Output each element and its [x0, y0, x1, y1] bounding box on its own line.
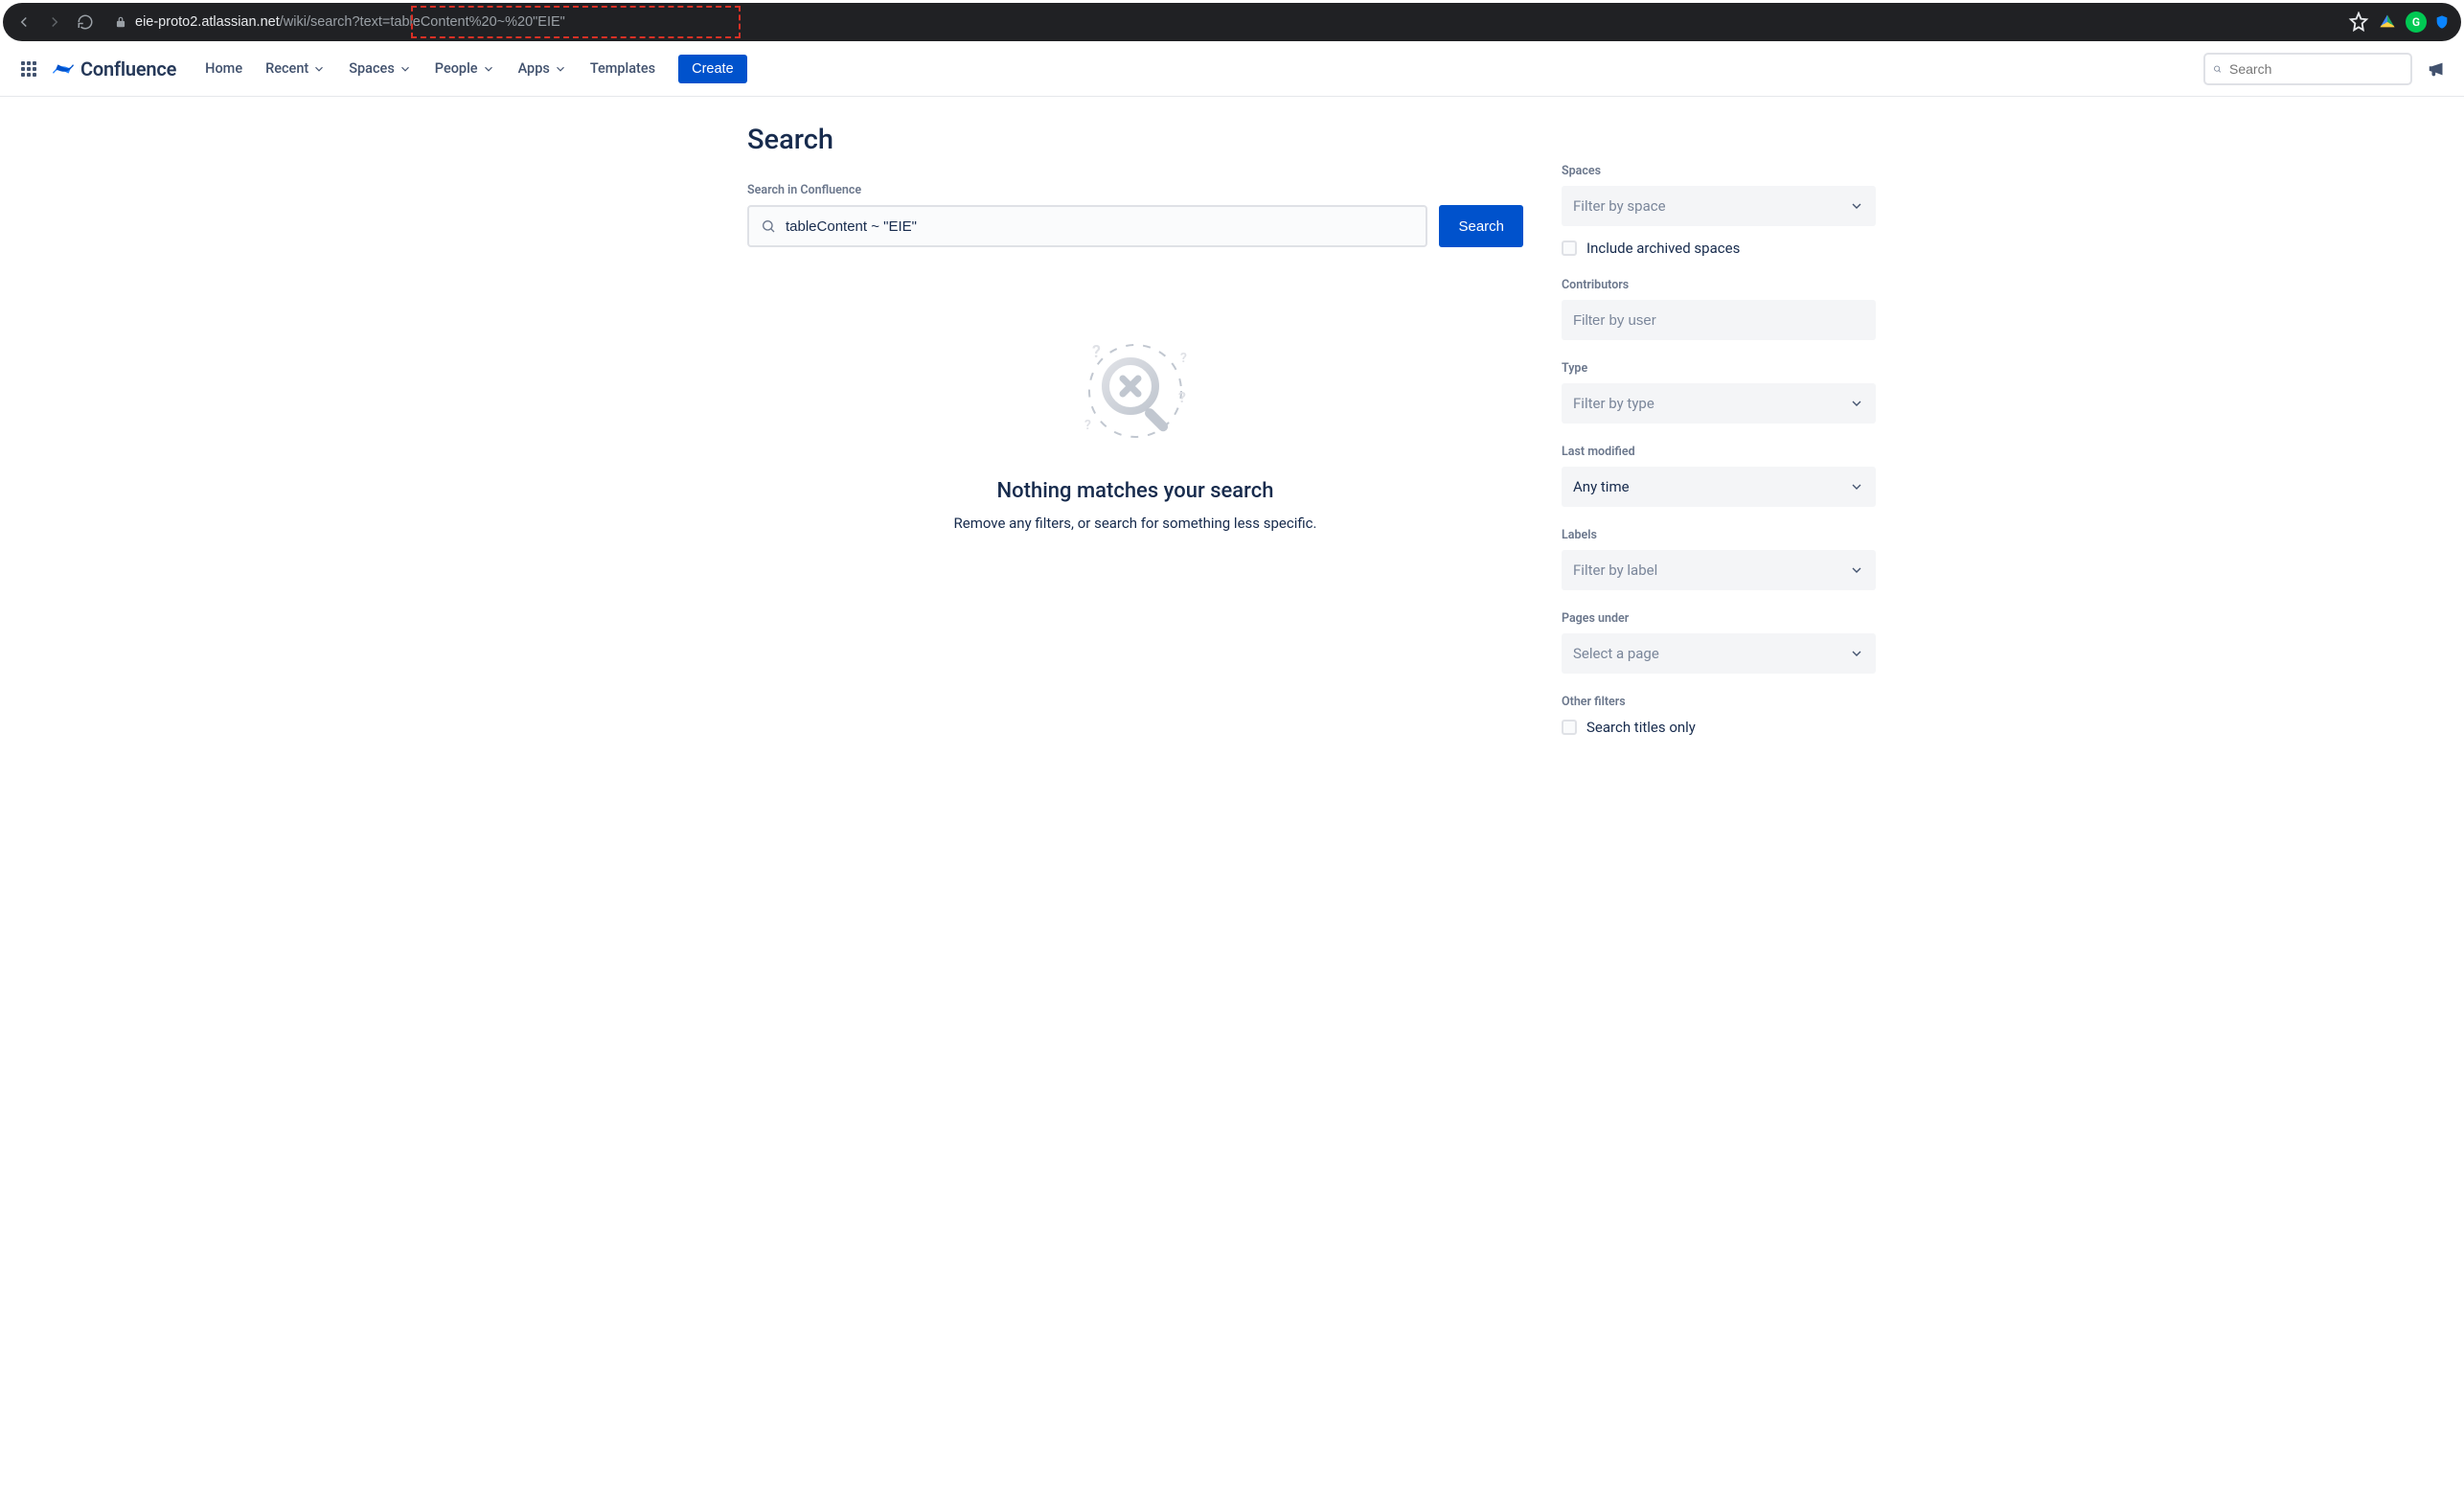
filter-labels-select[interactable]: Filter by label	[1562, 550, 1876, 590]
search-field-label: Search in Confluence	[747, 183, 1523, 197]
checkbox-icon	[1562, 241, 1577, 256]
svg-text:?: ?	[1178, 388, 1186, 406]
extension-shield-icon[interactable]	[2434, 11, 2450, 33]
nav-templates[interactable]: Templates	[581, 55, 665, 82]
app-switcher-button[interactable]	[13, 54, 44, 84]
chevron-down-icon	[1849, 562, 1864, 578]
url-host: eie-proto2.atlassian.net	[135, 14, 280, 30]
nav-recent[interactable]: Recent	[256, 55, 335, 82]
app-header: Confluence Home Recent Spaces People App…	[0, 41, 2464, 97]
empty-state-subtitle: Remove any filters, or search for someth…	[747, 515, 1523, 532]
filter-last-modified-label: Last modified	[1562, 445, 1876, 459]
search-icon	[2213, 61, 2222, 77]
empty-state: ? ? ? ? Nothing matches your search Remo…	[747, 333, 1523, 532]
checkbox-icon	[1562, 720, 1577, 735]
url-path: /wiki/search?text=tableContent%20~%20"EI…	[280, 14, 565, 30]
page-title: Search	[747, 124, 1523, 156]
empty-state-title: Nothing matches your search	[747, 479, 1523, 503]
create-button[interactable]: Create	[678, 55, 747, 83]
chevron-down-icon	[554, 62, 567, 76]
chevron-down-icon	[1849, 198, 1864, 214]
product-name: Confluence	[80, 57, 176, 80]
nav-apps[interactable]: Apps	[509, 55, 577, 82]
filter-pages-under-select[interactable]: Select a page	[1562, 633, 1876, 674]
browser-reload-button[interactable]	[72, 9, 99, 35]
svg-text:?: ?	[1180, 351, 1187, 366]
nav-people[interactable]: People	[425, 55, 505, 82]
chevron-down-icon	[482, 62, 495, 76]
nav-spaces[interactable]: Spaces	[339, 55, 422, 82]
extension-grammarly-icon[interactable]: G	[2406, 11, 2427, 33]
include-archived-checkbox-row[interactable]: Include archived spaces	[1562, 240, 1876, 257]
titles-only-label: Search titles only	[1586, 719, 1696, 736]
chevron-down-icon	[399, 62, 412, 76]
filter-labels-label: Labels	[1562, 528, 1876, 542]
app-switcher-icon	[21, 61, 36, 77]
browser-toolbar: eie-proto2.atlassian.net/wiki/search?tex…	[3, 3, 2461, 41]
browser-back-button[interactable]	[11, 9, 37, 35]
empty-state-illustration: ? ? ? ?	[1073, 333, 1198, 458]
extension-drive-icon[interactable]	[2377, 11, 2398, 33]
include-archived-label: Include archived spaces	[1586, 240, 1740, 257]
filter-type-select[interactable]: Filter by type	[1562, 383, 1876, 424]
filter-spaces-select[interactable]: Filter by space	[1562, 186, 1876, 226]
main-search-input[interactable]	[786, 218, 1414, 235]
confluence-logo-icon	[52, 57, 75, 80]
svg-text:?: ?	[1084, 418, 1091, 433]
titles-only-checkbox-row[interactable]: Search titles only	[1562, 719, 1876, 736]
product-logo[interactable]: Confluence	[52, 57, 176, 80]
filter-type-label: Type	[1562, 361, 1876, 376]
nav-home[interactable]: Home	[195, 55, 252, 82]
filter-spaces-label: Spaces	[1562, 164, 1876, 178]
browser-url: eie-proto2.atlassian.net/wiki/search?tex…	[135, 14, 565, 30]
lock-icon	[114, 15, 127, 29]
chevron-down-icon	[1849, 646, 1864, 661]
svg-text:?: ?	[1092, 342, 1101, 362]
header-search[interactable]	[2203, 53, 2412, 85]
filter-other-label: Other filters	[1562, 695, 1876, 709]
filter-contributors-label: Contributors	[1562, 278, 1876, 292]
header-search-input[interactable]	[2229, 61, 2403, 77]
chevron-down-icon	[312, 62, 326, 76]
bookmark-star-icon[interactable]	[2348, 11, 2369, 33]
main-search-field[interactable]	[747, 205, 1427, 247]
chevron-down-icon	[1849, 479, 1864, 494]
browser-forward-button[interactable]	[41, 9, 68, 35]
search-icon	[761, 218, 776, 234]
filters-sidebar: Spaces Filter by space Include archived …	[1562, 124, 1876, 757]
notifications-button[interactable]	[2424, 56, 2451, 82]
megaphone-icon	[2427, 58, 2448, 80]
search-button[interactable]: Search	[1439, 205, 1523, 247]
filter-pages-under-label: Pages under	[1562, 611, 1876, 626]
browser-address-bar[interactable]: eie-proto2.atlassian.net/wiki/search?tex…	[103, 8, 2344, 36]
chevron-down-icon	[1849, 396, 1864, 411]
filter-last-modified-select[interactable]: Any time	[1562, 467, 1876, 507]
filter-contributors-input[interactable]	[1562, 300, 1876, 340]
